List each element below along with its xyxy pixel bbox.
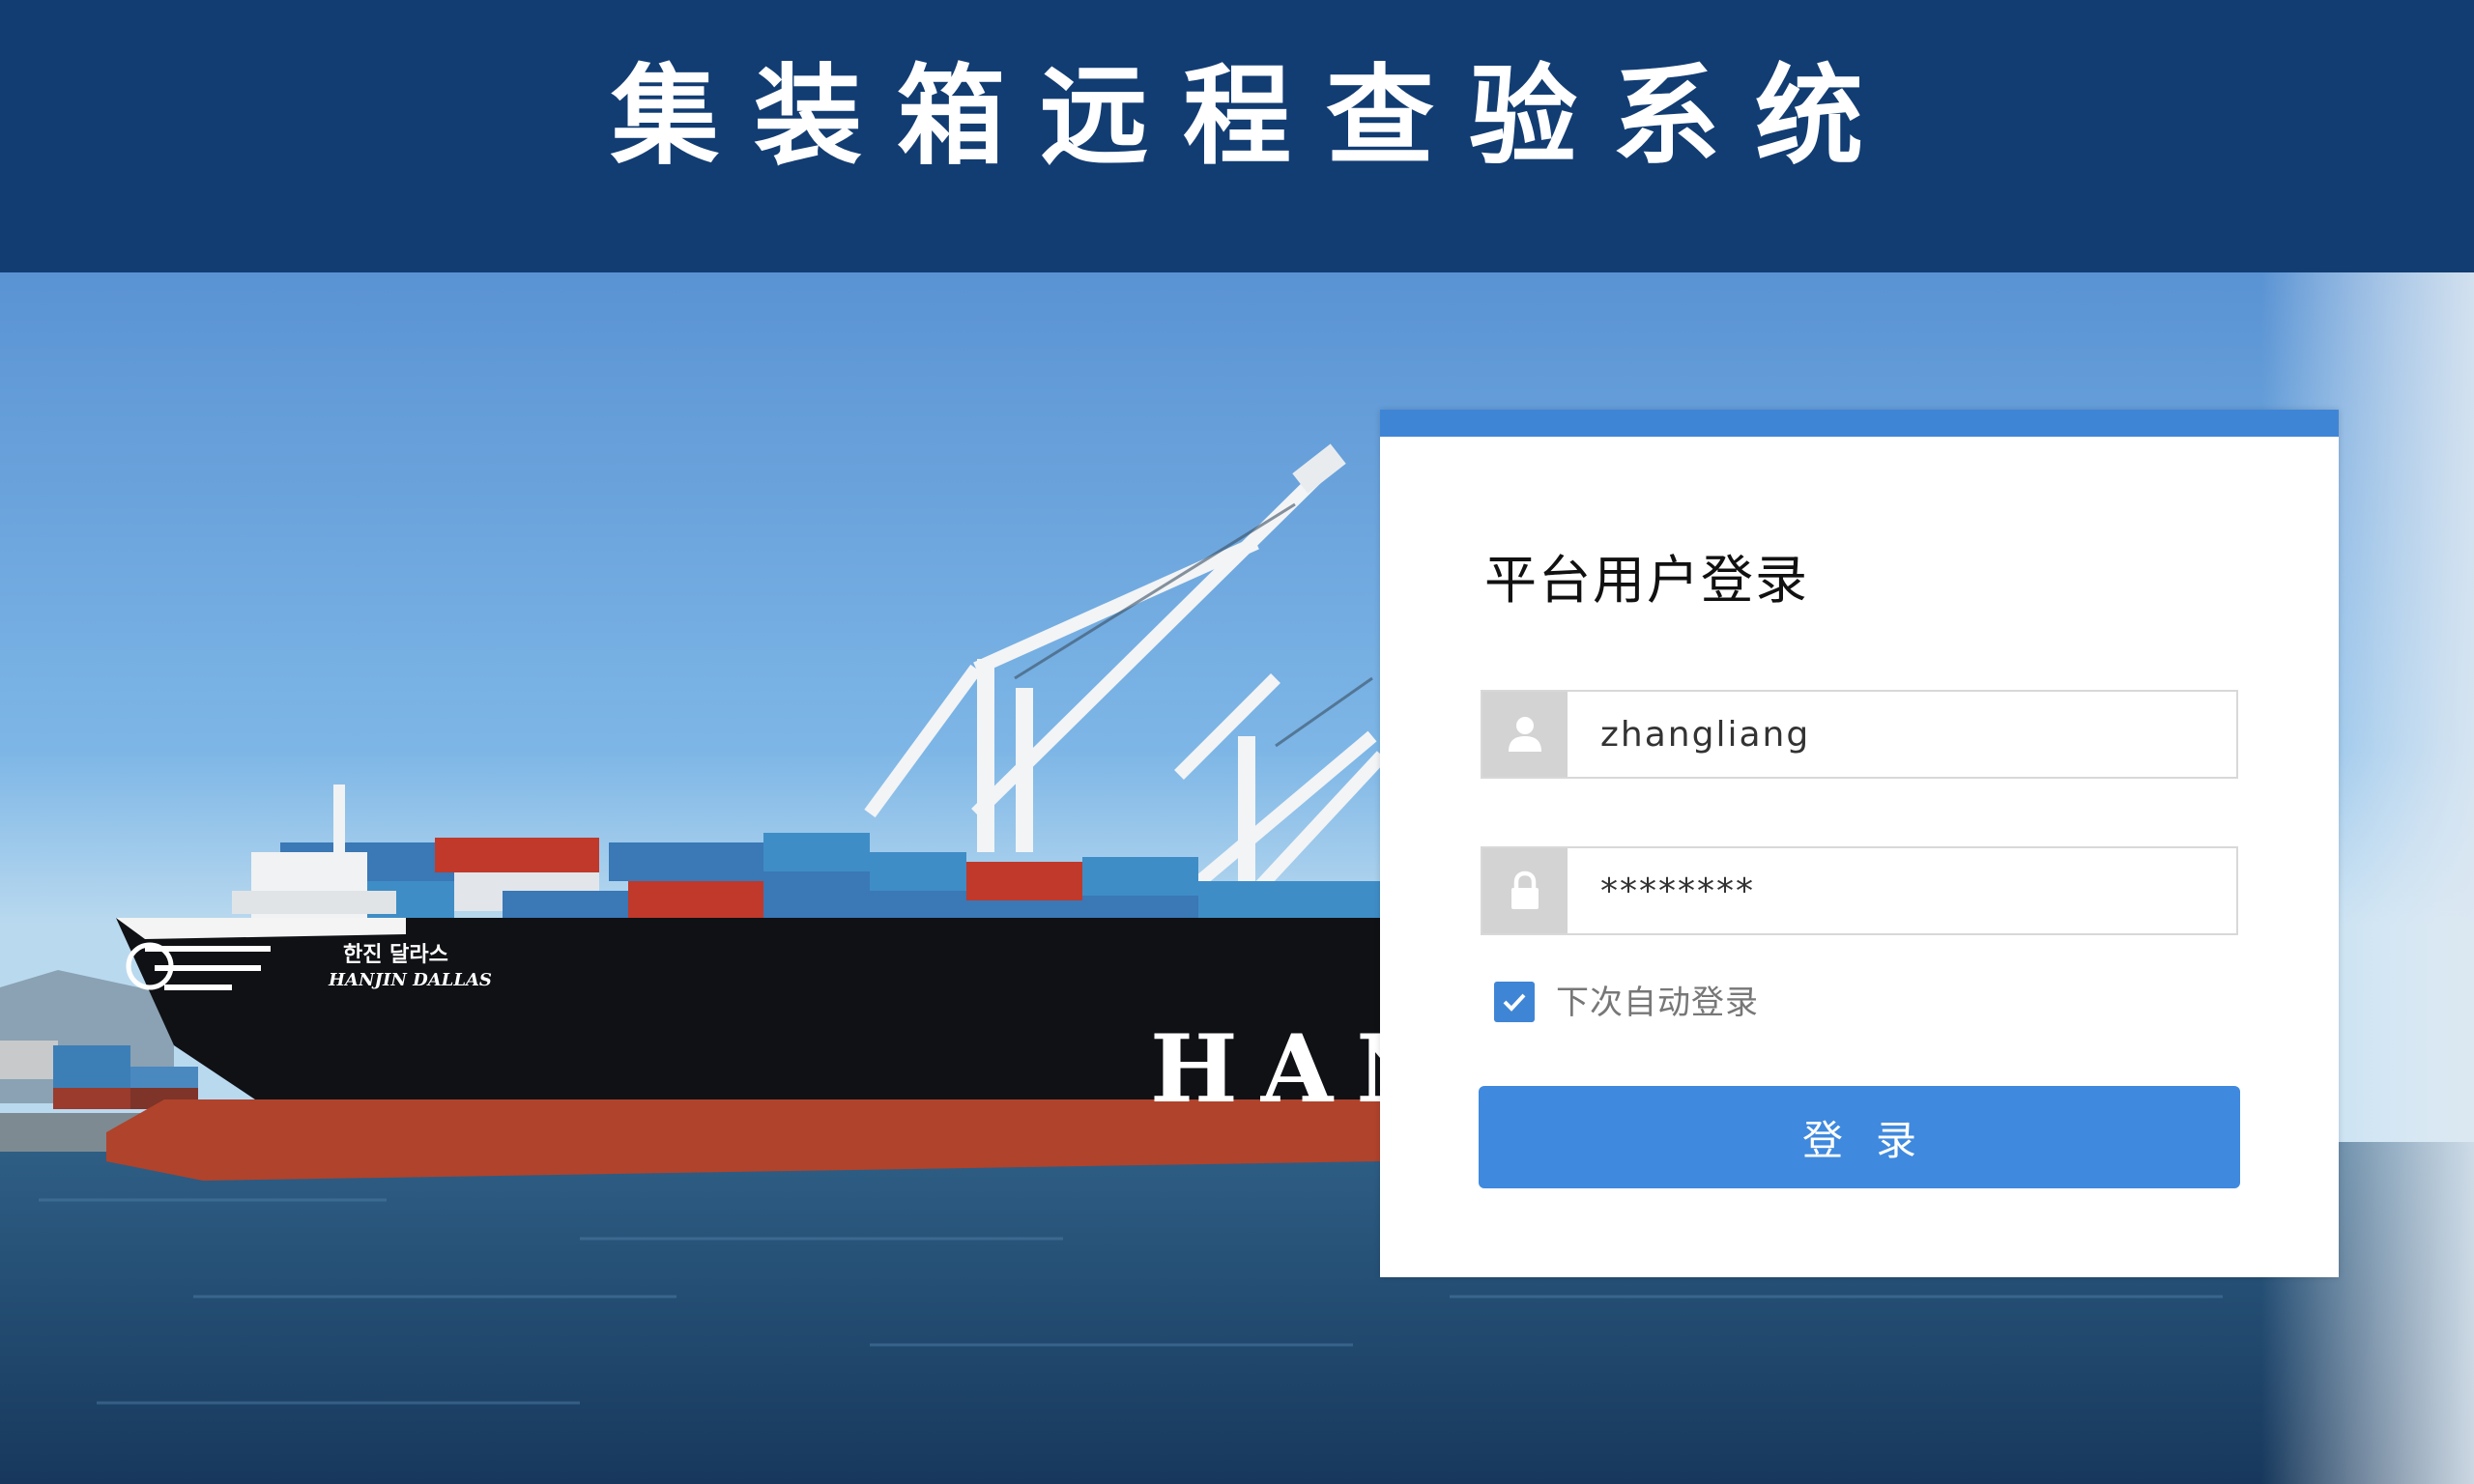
ship-korean-name: 한진 달라스 xyxy=(343,943,448,967)
username-input[interactable] xyxy=(1568,692,2236,777)
username-field xyxy=(1481,690,2238,779)
lock-icon-glyph xyxy=(1511,870,1539,909)
lock-icon xyxy=(1482,848,1568,933)
login-button[interactable]: 登录 xyxy=(1479,1086,2240,1188)
login-panel: 平台用户登录 zhangliang ******** 下次自动登录 登录 xyxy=(1380,410,2339,1277)
password-field xyxy=(1481,846,2238,935)
user-icon xyxy=(1482,692,1568,777)
header-bar: 集装箱远程查验系统 xyxy=(0,0,2474,272)
login-title: 平台用户登录 xyxy=(1484,550,1809,611)
login-page: 集装箱远程查验系统 한진 달라스 HANJIN DALLAS HAN 平台用户登… xyxy=(0,0,2474,1484)
remember-label: 下次自动登录 xyxy=(1556,984,1759,1022)
login-panel-accent-bar xyxy=(1380,410,2339,437)
system-title: 集装箱远程查验系统 xyxy=(611,53,1898,180)
remember-checkbox[interactable] xyxy=(1494,982,1535,1022)
check-icon xyxy=(1503,993,1526,1012)
password-input[interactable] xyxy=(1568,848,2236,933)
ship-name: HANJIN DALLAS xyxy=(328,970,492,990)
user-icon-glyph xyxy=(1509,717,1541,752)
